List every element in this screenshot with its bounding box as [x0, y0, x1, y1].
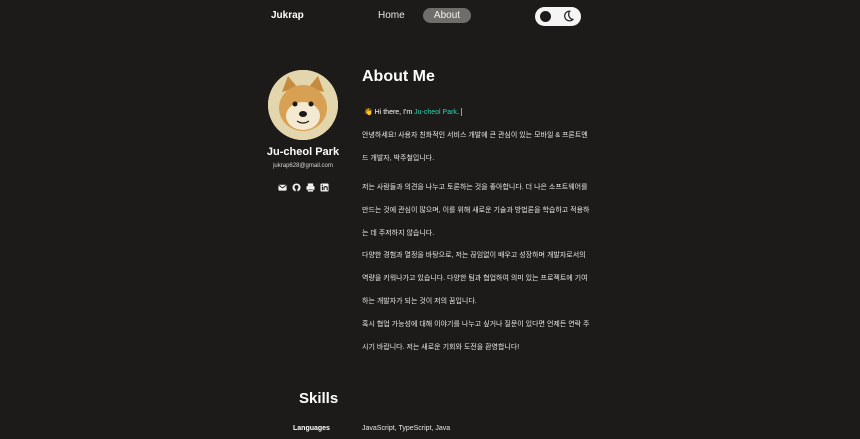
greeting-line: 👋 Hi there, I'm Ju-cheol Park. — [364, 108, 462, 117]
greeting-suffix: . — [456, 109, 459, 116]
about-paragraph: 안녕하세요! 사용자 친화적인 서비스 개발에 큰 관심이 있는 모바일 & 프… — [362, 132, 588, 162]
typing-cursor — [460, 108, 462, 117]
about-paragraph: 혹시 협업 가능성에 대해 이야기를 나누고 싶거나 질문이 있다면 언제든 연… — [362, 321, 590, 351]
profile-name: Ju-cheol Park — [266, 146, 340, 158]
doge-avatar-icon — [268, 70, 338, 140]
moon-icon — [564, 10, 575, 22]
about-paragraph: 저는 사람들과 의견을 나누고 토론하는 것을 좋아합니다. 더 나은 소프트웨… — [362, 184, 590, 237]
github-icon[interactable] — [291, 179, 301, 192]
toggle-knob — [540, 11, 551, 22]
skills-title: Skills — [299, 390, 339, 407]
linkedin-icon[interactable] — [319, 179, 329, 192]
blog-icon[interactable] — [305, 179, 315, 192]
brand-logo[interactable]: Jukrap — [271, 10, 304, 21]
about-title: About Me — [362, 68, 435, 85]
nav-home-link[interactable]: Home — [376, 9, 407, 22]
greeting-name: Ju-cheol Park — [414, 109, 457, 116]
nav-about-link[interactable]: About — [423, 8, 471, 23]
about-paragraph: 다양한 경험과 열정을 바탕으로, 저는 끊임없이 배우고 성장하며 개발자로서… — [362, 252, 588, 305]
profile-card: Ju-cheol Park jukrap628@gmail.com — [262, 70, 344, 192]
theme-toggle[interactable] — [535, 7, 581, 26]
wave-icon: 👋 — [364, 109, 373, 116]
skill-category-label: Languages — [293, 425, 330, 432]
mail-icon[interactable] — [277, 179, 287, 191]
skill-category-value: JavaScript, TypeScript, Java — [362, 425, 451, 432]
greeting-prefix: Hi there, I'm — [374, 109, 415, 116]
profile-email: jukrap628@gmail.com — [273, 163, 333, 169]
top-navbar: Jukrap Home About — [0, 0, 860, 32]
avatar — [268, 70, 338, 140]
social-links — [262, 179, 344, 192]
